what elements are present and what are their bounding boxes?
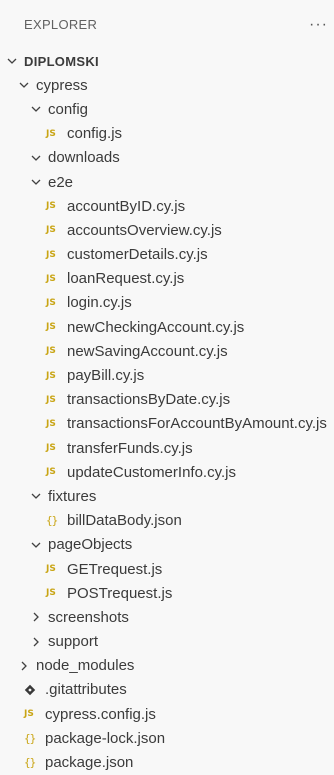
explorer-title: EXPLORER <box>24 17 98 32</box>
chevron-down-icon <box>28 537 44 553</box>
folder-downloads[interactable]: downloads <box>0 146 334 170</box>
file-label: POSTrequest.js <box>67 584 173 602</box>
js-file-icon: JS <box>46 370 56 381</box>
file-package-json[interactable]: {} package.json <box>0 750 334 774</box>
file-label: newCheckingAccount.cy.js <box>67 318 245 336</box>
file-e2e[interactable]: JS login.cy.js <box>0 291 334 315</box>
file-label: transferFunds.cy.js <box>67 439 193 457</box>
file-label: updateCustomerInfo.cy.js <box>67 463 236 481</box>
folder-label: pageObjects <box>48 536 133 554</box>
git-icon <box>24 684 40 696</box>
folder-config[interactable]: config <box>0 97 334 121</box>
file-gitattributes[interactable]: .gitattributes <box>0 678 334 702</box>
file-e2e[interactable]: JS transferFunds.cy.js <box>0 436 334 460</box>
folder-root[interactable]: DIPLOMSKI <box>0 49 334 73</box>
js-file-icon: JS <box>46 249 56 260</box>
file-label: config.js <box>67 125 123 143</box>
js-file-icon: JS <box>46 225 56 236</box>
file-e2e[interactable]: JS newCheckingAccount.cy.js <box>0 315 334 339</box>
file-e2e[interactable]: JS customerDetails.cy.js <box>0 243 334 267</box>
file-post-request-js[interactable]: JS POSTrequest.js <box>0 581 334 605</box>
file-label: login.cy.js <box>67 294 132 312</box>
file-e2e[interactable]: JS newSavingAccount.cy.js <box>0 339 334 363</box>
folder-label: screenshots <box>48 608 129 626</box>
folder-label: e2e <box>48 173 74 191</box>
js-file-icon: JS <box>46 322 56 333</box>
js-file-icon: JS <box>46 394 56 405</box>
file-e2e[interactable]: JS transactionsForAccountByAmount.cy.js <box>0 412 334 436</box>
more-actions-icon[interactable]: ··· <box>309 16 328 33</box>
js-file-icon: JS <box>46 273 56 284</box>
folder-label: fixtures <box>48 487 97 505</box>
chevron-down-icon <box>28 150 44 166</box>
js-file-icon: JS <box>46 201 56 212</box>
file-label: newSavingAccount.cy.js <box>67 342 228 360</box>
chevron-right-icon <box>16 658 32 674</box>
js-file-icon: JS <box>46 467 56 478</box>
folder-label: cypress <box>36 76 88 94</box>
file-bill-data-body-json[interactable]: {} billDataBody.json <box>0 509 334 533</box>
file-label: customerDetails.cy.js <box>67 246 208 264</box>
file-cypress-config-js[interactable]: JS cypress.config.js <box>0 702 334 726</box>
json-file-icon: {} <box>24 756 36 770</box>
folder-label: support <box>48 633 99 651</box>
folder-e2e[interactable]: e2e <box>0 170 334 194</box>
chevron-down-icon <box>16 77 32 93</box>
folder-node-modules[interactable]: node_modules <box>0 654 334 678</box>
file-label: transactionsForAccountByAmount.cy.js <box>67 415 327 433</box>
file-e2e[interactable]: JS updateCustomerInfo.cy.js <box>0 460 334 484</box>
folder-label: config <box>48 100 89 118</box>
file-e2e[interactable]: JS accountByID.cy.js <box>0 194 334 218</box>
folder-label: downloads <box>48 149 120 167</box>
js-file-icon: JS <box>46 297 56 308</box>
json-file-icon: {} <box>24 731 36 745</box>
chevron-down-icon <box>4 53 20 69</box>
folder-fixtures[interactable]: fixtures <box>0 484 334 508</box>
chevron-down-icon <box>28 101 44 117</box>
file-label: GETrequest.js <box>67 560 163 578</box>
chevron-right-icon <box>28 634 44 650</box>
chevron-down-icon <box>28 174 44 190</box>
folder-label: DIPLOMSKI <box>24 53 99 69</box>
explorer-header: EXPLORER ··· <box>0 0 334 49</box>
file-label: accountsOverview.cy.js <box>67 221 222 239</box>
folder-support[interactable]: support <box>0 630 334 654</box>
file-e2e[interactable]: JS loanRequest.cy.js <box>0 267 334 291</box>
chevron-down-icon <box>28 488 44 504</box>
file-label: accountByID.cy.js <box>67 197 186 215</box>
file-tree: DIPLOMSKI cypress config JS config.js do… <box>0 49 334 775</box>
js-file-icon: JS <box>46 588 56 599</box>
file-package-lock-json[interactable]: {} package-lock.json <box>0 726 334 750</box>
js-file-icon: JS <box>46 346 56 357</box>
chevron-right-icon <box>28 609 44 625</box>
file-get-request-js[interactable]: JS GETrequest.js <box>0 557 334 581</box>
file-label: cypress.config.js <box>45 705 156 723</box>
file-config-js[interactable]: JS config.js <box>0 122 334 146</box>
folder-label: node_modules <box>36 657 135 675</box>
file-e2e[interactable]: JS transactionsByDate.cy.js <box>0 388 334 412</box>
js-file-icon: JS <box>46 418 56 429</box>
file-label: package-lock.json <box>45 729 166 747</box>
file-label: transactionsByDate.cy.js <box>67 391 231 409</box>
js-file-icon: JS <box>46 443 56 454</box>
folder-cypress[interactable]: cypress <box>0 73 334 97</box>
file-label: billDataBody.json <box>67 512 182 530</box>
file-label: .gitattributes <box>45 681 127 699</box>
file-label: loanRequest.cy.js <box>67 270 185 288</box>
file-e2e[interactable]: JS payBill.cy.js <box>0 363 334 387</box>
js-file-icon: JS <box>46 128 56 139</box>
json-file-icon: {} <box>46 514 58 528</box>
js-file-icon: JS <box>24 709 34 720</box>
file-e2e[interactable]: JS accountsOverview.cy.js <box>0 218 334 242</box>
folder-screenshots[interactable]: screenshots <box>0 605 334 629</box>
js-file-icon: JS <box>46 564 56 575</box>
folder-page-objects[interactable]: pageObjects <box>0 533 334 557</box>
file-label: payBill.cy.js <box>67 367 145 385</box>
file-label: package.json <box>45 754 134 772</box>
